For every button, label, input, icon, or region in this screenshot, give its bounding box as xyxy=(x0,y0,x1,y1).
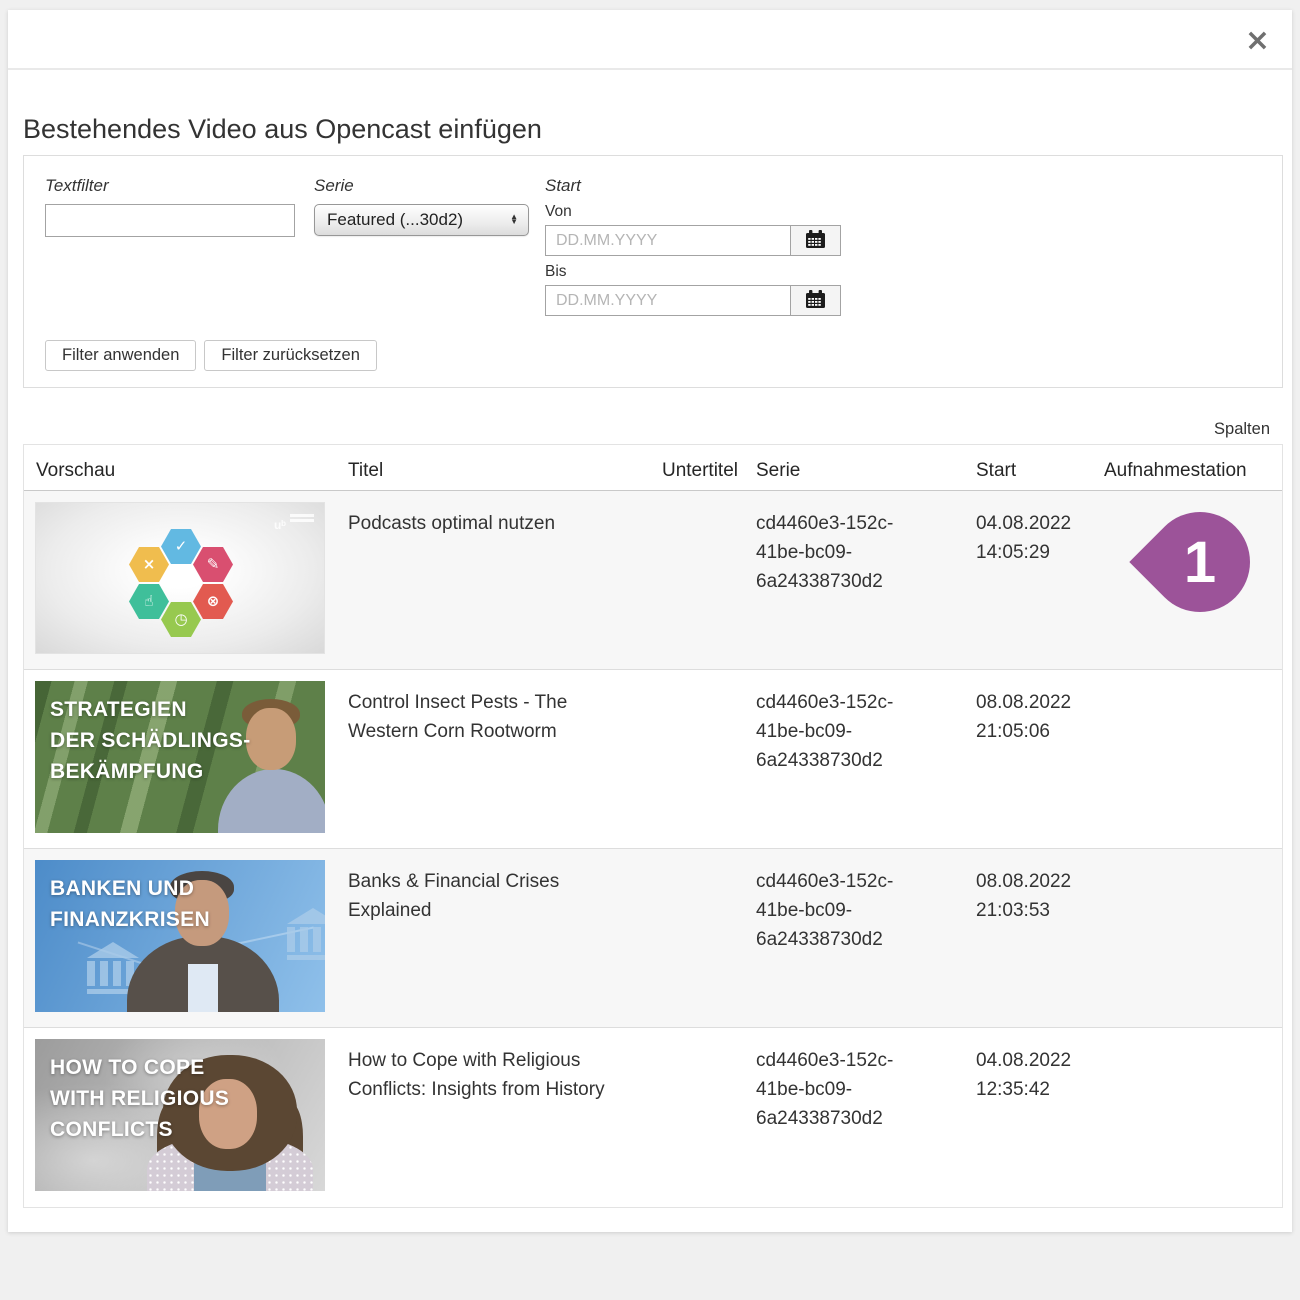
table-row[interactable]: BANKEN UND FINANZKRISEN Banks & Financia… xyxy=(24,849,1282,1028)
opencast-modal: × Bestehendes Video aus Opencast einfüge… xyxy=(8,10,1292,1232)
bis-date-input[interactable] xyxy=(545,285,791,316)
video-subtitle xyxy=(646,491,756,669)
video-station xyxy=(1104,849,1284,1027)
calendar-icon xyxy=(805,290,826,312)
filter-reset-button[interactable]: Filter zurücksetzen xyxy=(204,340,376,371)
start-label: Start xyxy=(545,176,841,196)
video-subtitle xyxy=(646,849,756,1027)
serie-label: Serie xyxy=(314,176,529,196)
calendar-check-hexagon-icon: ✓ xyxy=(161,529,201,564)
header-start: Start xyxy=(976,445,1104,490)
header-vorschau: Vorschau xyxy=(24,445,348,490)
video-serie: cd4460e3-152c-41be-bc09-6a24338730d2 xyxy=(756,670,976,848)
video-subtitle xyxy=(646,670,756,848)
magnifier-hexagon-icon: ⊗ xyxy=(193,584,233,619)
university-bern-logo: uᵇ xyxy=(274,511,314,540)
filter-panel: Textfilter Serie Featured (...30d2) ▲▼ S… xyxy=(23,155,1283,388)
modal-header: × xyxy=(8,10,1292,70)
video-subtitle xyxy=(646,1028,756,1207)
video-station xyxy=(1104,1028,1284,1207)
header-aufnahmestation: Aufnahmestation xyxy=(1104,445,1284,490)
bank-icon xyxy=(287,908,325,960)
cross-hexagon-icon: × xyxy=(129,547,169,582)
table-row[interactable]: STRATEGIEN DER SCHÄDLINGS- BEKÄMPFUNG Co… xyxy=(24,670,1282,849)
thumbnail-caption: STRATEGIEN DER SCHÄDLINGS- BEKÄMPFUNG xyxy=(50,694,251,787)
video-title: How to Cope with Religious Conflicts: In… xyxy=(348,1028,646,1207)
close-icon[interactable]: × xyxy=(1245,26,1270,56)
select-arrows-icon: ▲▼ xyxy=(510,215,518,225)
table-row[interactable]: HOW TO COPE WITH RELIGIOUS CONFLICTS How… xyxy=(24,1028,1282,1207)
video-serie: cd4460e3-152c-41be-bc09-6a24338730d2 xyxy=(756,849,976,1027)
serie-select-value: Featured (...30d2) xyxy=(327,210,463,230)
video-thumbnail: STRATEGIEN DER SCHÄDLINGS- BEKÄMPFUNG xyxy=(35,681,325,833)
video-title: Control Insect Pests - The Western Corn … xyxy=(348,670,646,848)
thumbnail-caption: BANKEN UND FINANZKRISEN xyxy=(50,873,210,935)
header-serie: Serie xyxy=(756,445,976,490)
table-row[interactable]: uᵇ × ✓ ✎ ⊗ ◷ ☝ Podcasts optimal nutzen c… xyxy=(24,491,1282,670)
bis-calendar-button[interactable] xyxy=(791,285,841,316)
page-background: × Bestehendes Video aus Opencast einfüge… xyxy=(0,0,1300,1300)
header-titel: Titel xyxy=(348,445,646,490)
video-thumbnail: BANKEN UND FINANZKRISEN xyxy=(35,860,325,1012)
video-thumbnail: HOW TO COPE WITH RELIGIOUS CONFLICTS xyxy=(35,1039,325,1191)
filter-apply-button[interactable]: Filter anwenden xyxy=(45,340,196,371)
bis-label: Bis xyxy=(545,263,841,281)
video-station xyxy=(1104,670,1284,848)
video-start: 08.08.2022 21:03:53 xyxy=(976,849,1104,1027)
video-serie: cd4460e3-152c-41be-bc09-6a24338730d2 xyxy=(756,491,976,669)
von-label: Von xyxy=(545,203,841,221)
video-start: 04.08.2022 14:05:29 xyxy=(976,491,1104,669)
von-calendar-button[interactable] xyxy=(791,225,841,256)
thumbnail-caption: HOW TO COPE WITH RELIGIOUS CONFLICTS xyxy=(50,1052,229,1145)
von-date-input[interactable] xyxy=(545,225,791,256)
video-serie: cd4460e3-152c-41be-bc09-6a24338730d2 xyxy=(756,1028,976,1207)
video-title: Podcasts optimal nutzen xyxy=(348,491,646,669)
serie-select[interactable]: Featured (...30d2) ▲▼ xyxy=(314,204,529,236)
calendar-icon xyxy=(805,230,826,252)
annotation-marker-1: 1 xyxy=(1129,491,1270,632)
video-title: Banks & Financial Crises Explained xyxy=(348,849,646,1027)
textfilter-input[interactable] xyxy=(45,204,295,237)
clipboard-pencil-hexagon-icon: ✎ xyxy=(193,547,233,582)
textfilter-label: Textfilter xyxy=(45,176,295,196)
video-thumbnail: uᵇ × ✓ ✎ ⊗ ◷ ☝ xyxy=(35,502,325,654)
header-untertitel: Untertitel xyxy=(646,445,756,490)
video-start: 04.08.2022 12:35:42 xyxy=(976,1028,1104,1207)
video-table: Vorschau Titel Untertitel Serie Start Au… xyxy=(23,444,1283,1208)
columns-menu-button[interactable]: Spalten xyxy=(1214,420,1270,439)
hand-hexagon-icon: ☝ xyxy=(129,584,169,619)
clock-hexagon-icon: ◷ xyxy=(161,602,201,637)
video-start: 08.08.2022 21:05:06 xyxy=(976,670,1104,848)
page-title: Bestehendes Video aus Opencast einfügen xyxy=(23,114,542,145)
table-header-row: Vorschau Titel Untertitel Serie Start Au… xyxy=(24,445,1282,491)
